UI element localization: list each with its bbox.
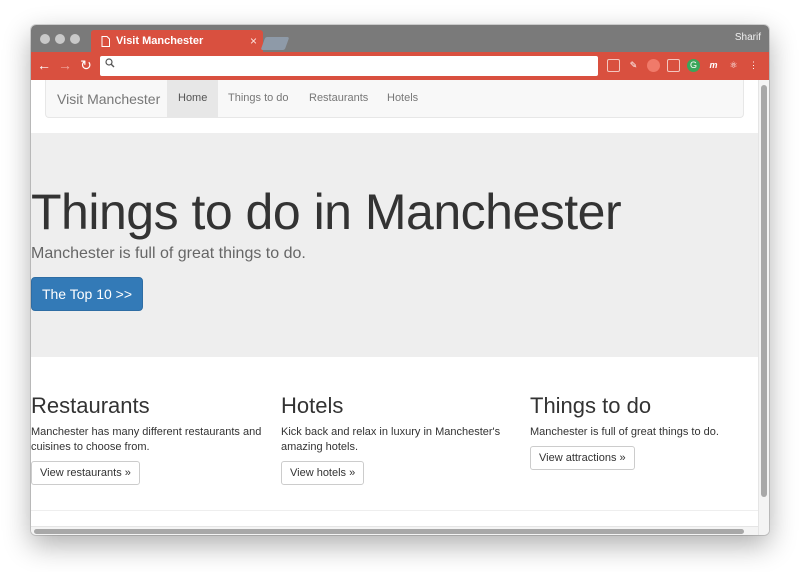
menu-icon[interactable]: ⋮	[747, 59, 760, 72]
page-icon	[101, 35, 110, 47]
browser-toolbar: ← → ↻ ✎ G m ⚛ ⋮	[31, 52, 769, 80]
nav-hotels[interactable]: Hotels	[376, 80, 429, 117]
nav-things-to-do[interactable]: Things to do	[217, 80, 300, 117]
maximize-window-button[interactable]	[70, 34, 80, 44]
profile-name[interactable]: Sharif	[735, 32, 761, 43]
tab-title: Visit Manchester	[116, 35, 204, 47]
reload-icon[interactable]: ↻	[78, 57, 94, 73]
m-extension-icon[interactable]: m	[707, 59, 720, 72]
column-text: Kick back and relax in luxury in Manches…	[281, 426, 501, 453]
page-viewport: Visit Manchester Home Things to do Resta…	[31, 80, 769, 535]
extension-icon[interactable]	[607, 59, 620, 72]
jumbotron-subtitle: Manchester is full of great things to do…	[31, 245, 306, 262]
new-tab-button[interactable]	[260, 37, 290, 50]
view-hotels-button[interactable]: View hotels »	[281, 461, 365, 485]
tab-close-icon[interactable]: ×	[250, 34, 257, 48]
column-heading: Things to do	[530, 393, 652, 418]
site-navbar: Visit Manchester Home Things to do Resta…	[45, 80, 744, 118]
search-icon	[105, 58, 115, 71]
site-brand[interactable]: Visit Manchester	[57, 91, 160, 107]
extension-circle-icon[interactable]	[647, 59, 660, 72]
restaurants-column: Restaurants Manchester has many differen…	[31, 393, 266, 485]
window-icon[interactable]	[667, 59, 680, 72]
top-10-button[interactable]: The Top 10 >>	[31, 277, 143, 311]
horizontal-scrollbar-thumb[interactable]	[34, 529, 744, 534]
column-heading: Restaurants	[31, 393, 150, 418]
column-text: Manchester has many different restaurant…	[31, 426, 262, 453]
title-bar: Visit Manchester × Sharif	[31, 25, 769, 52]
view-restaurants-button[interactable]: View restaurants »	[31, 461, 140, 485]
browser-window: Visit Manchester × Sharif ← → ↻ ✎ G m ⚛ …	[31, 25, 769, 535]
column-text: Manchester is full of great things to do…	[530, 426, 719, 438]
vertical-scrollbar-thumb[interactable]	[761, 85, 767, 497]
nav-home[interactable]: Home	[167, 80, 219, 117]
react-devtools-icon[interactable]: ⚛	[727, 59, 740, 72]
jumbotron-title: Things to do in Manchester	[31, 184, 622, 240]
nav-restaurants[interactable]: Restaurants	[298, 80, 379, 117]
view-attractions-button[interactable]: View attractions »	[530, 446, 635, 470]
vertical-scrollbar[interactable]	[758, 80, 769, 535]
horizontal-scrollbar[interactable]	[31, 526, 758, 535]
divider	[31, 510, 758, 511]
eyedropper-icon[interactable]: ✎	[627, 59, 640, 72]
column-heading: Hotels	[281, 393, 344, 418]
address-bar[interactable]	[100, 56, 598, 76]
back-arrow-icon[interactable]: ←	[36, 57, 52, 73]
jumbotron: Things to do in Manchester Manchester is…	[31, 133, 758, 357]
close-window-button[interactable]	[40, 34, 50, 44]
grammarly-icon[interactable]: G	[687, 59, 700, 72]
hotels-column: Hotels Kick back and relax in luxury in …	[281, 393, 516, 485]
things-to-do-column: Things to do Manchester is full of great…	[530, 393, 765, 470]
minimize-window-button[interactable]	[55, 34, 65, 44]
browser-tab-content: Visit Manchester ×	[101, 30, 261, 52]
forward-arrow-icon[interactable]: →	[57, 57, 73, 73]
